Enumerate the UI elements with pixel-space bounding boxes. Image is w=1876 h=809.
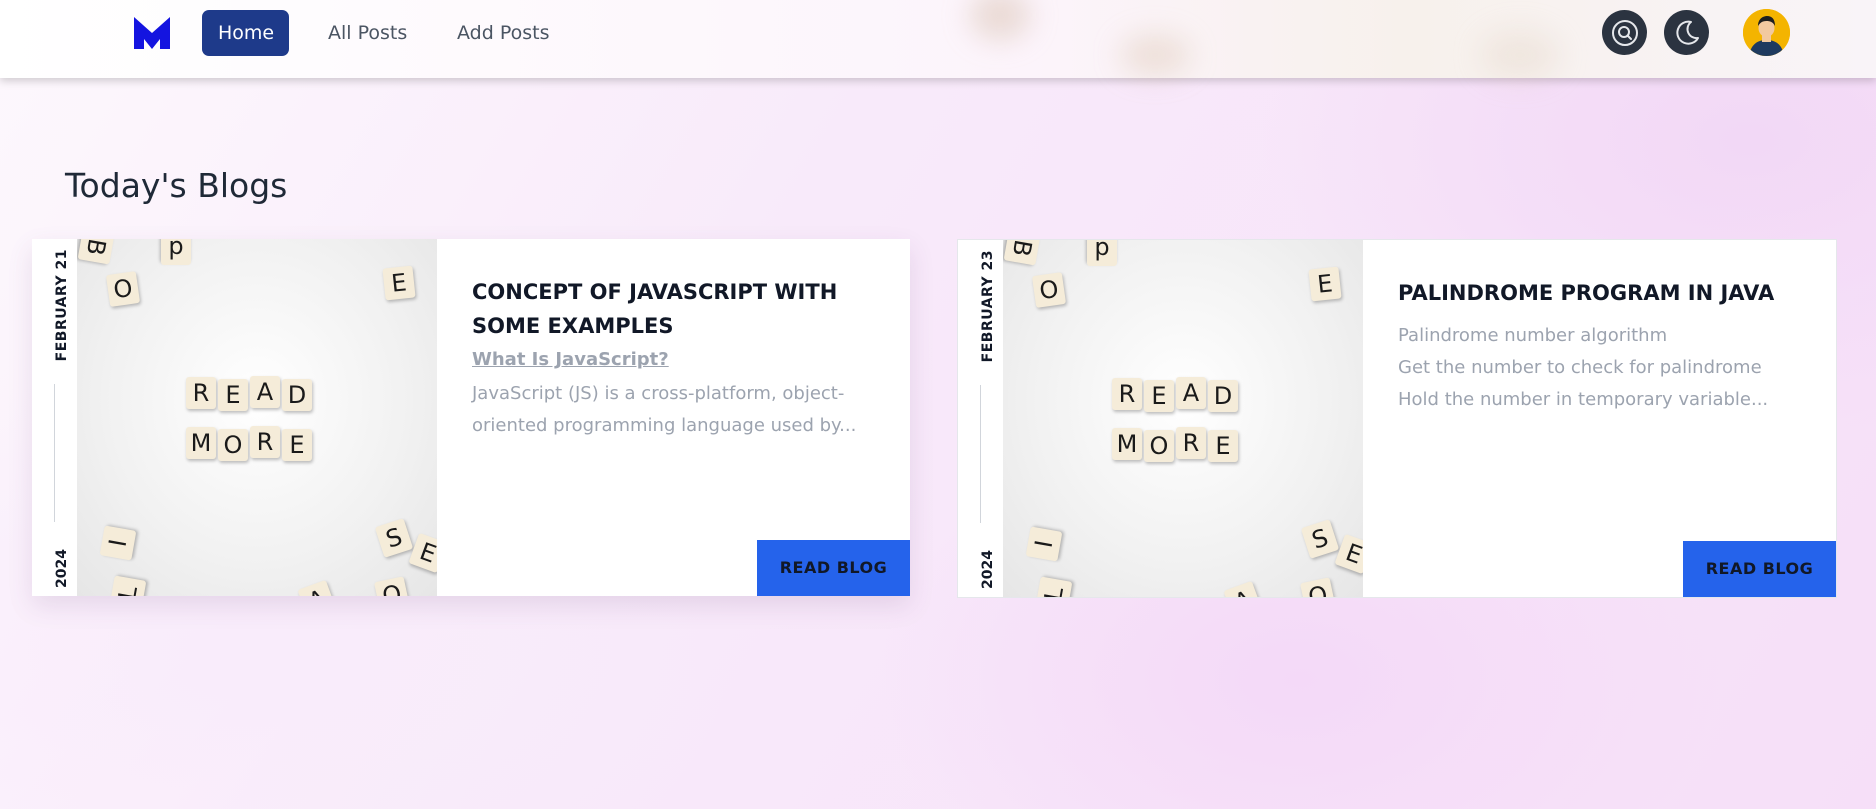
blog-excerpt: Palindrome number algorithm Get the numb… <box>1398 320 1816 416</box>
search-button[interactable] <box>1602 10 1647 55</box>
scrabble-tile: D <box>282 379 312 411</box>
scrabble-tile: A <box>297 579 337 596</box>
scrabble-tile: D <box>1208 380 1238 412</box>
scrabble-tile: M <box>1112 428 1142 460</box>
scrabble-tile: E <box>1334 533 1363 575</box>
scrabble-tile: B <box>77 239 115 265</box>
header-background-blur <box>970 0 1030 40</box>
scrabble-tile: R <box>186 377 216 409</box>
scrabble-tile: O <box>1144 430 1174 462</box>
scrabble-tile: E <box>1308 266 1342 302</box>
scrabble-tile: S <box>374 518 414 558</box>
search-icon <box>1611 19 1638 46</box>
page-title: Today's Blogs <box>65 166 288 205</box>
top-navbar: Home All Posts Add Posts <box>0 0 1876 80</box>
user-avatar[interactable] <box>1743 9 1790 56</box>
scrabble-tile: I <box>1025 526 1063 562</box>
blog-thumbnail[interactable]: B d O E R M I S E L A O EADORE <box>77 239 437 596</box>
blog-card: FEBRUARY 23 2024 B d O E R M I S E L A O… <box>957 239 1837 598</box>
date-divider <box>980 385 981 523</box>
blog-title[interactable]: PALINDROME PROGRAM IN JAVA <box>1398 276 1816 310</box>
scrabble-tile: A <box>1176 377 1206 409</box>
scrabble-tile: L <box>1035 576 1073 597</box>
excerpt-line: Hold the number in temporary variable... <box>1398 389 1769 410</box>
scrabble-tile: M <box>186 427 216 459</box>
scrabble-tile: R <box>1176 427 1206 459</box>
blog-title[interactable]: CONCEPT OF JAVASCRIPT WITH SOME EXAMPLES <box>472 275 890 343</box>
scrabble-tile: A <box>1223 580 1263 597</box>
blog-thumbnail[interactable]: B d O E R M I S E L A O EADORE <box>1003 240 1363 597</box>
excerpt-line: Palindrome number algorithm <box>1398 325 1668 346</box>
logo-m-icon[interactable] <box>134 15 170 51</box>
scrabble-tile: E <box>1208 430 1238 462</box>
read-blog-button[interactable]: READ BLOG <box>757 540 910 596</box>
scrabble-tile: O <box>105 271 141 307</box>
post-year: 2024 <box>54 549 70 588</box>
theme-toggle-button[interactable] <box>1664 10 1709 55</box>
scrabble-tile: R <box>1112 378 1142 410</box>
post-date: FEBRUARY 21 <box>54 249 70 362</box>
scrabble-tile: d <box>161 239 191 265</box>
excerpt-line: Get the number to check for palindrome <box>1398 357 1762 378</box>
scrabble-tile: E <box>1144 380 1174 412</box>
nav-home[interactable]: Home <box>202 10 289 56</box>
blog-card: FEBRUARY 21 2024 B d O E R M I S E L A O… <box>32 239 910 596</box>
scrabble-tile: E <box>382 265 416 301</box>
post-year: 2024 <box>980 550 996 589</box>
header-background-blur <box>1480 30 1560 80</box>
header-background-blur <box>1120 35 1190 75</box>
scrabble-tile: d <box>1087 240 1117 266</box>
post-date: FEBRUARY 23 <box>980 250 996 363</box>
scrabble-tile: E <box>218 379 248 411</box>
scrabble-tile: B <box>1003 240 1041 266</box>
card-content: CONCEPT OF JAVASCRIPT WITH SOME EXAMPLES… <box>472 239 890 442</box>
scrabble-tile: R <box>250 426 280 458</box>
read-blog-button[interactable]: READ BLOG <box>1683 541 1836 597</box>
date-divider <box>54 384 55 522</box>
blog-excerpt: JavaScript (JS) is a cross-platform, obj… <box>472 378 890 442</box>
nav-all-posts[interactable]: All Posts <box>312 10 423 56</box>
nav-add-posts[interactable]: Add Posts <box>441 10 565 56</box>
scrabble-tile: E <box>408 532 437 574</box>
date-column: FEBRUARY 23 2024 <box>958 240 1003 597</box>
excerpt-line: JavaScript (JS) is a cross-platform, obj… <box>472 383 845 404</box>
scrabble-tile: A <box>250 376 280 408</box>
avatar-person-icon <box>1743 9 1790 56</box>
scrabble-tile: S <box>1300 519 1340 559</box>
card-content: PALINDROME PROGRAM IN JAVA Palindrome nu… <box>1398 240 1816 416</box>
scrabble-tile: L <box>109 575 147 596</box>
scrabble-tile: O <box>1031 272 1067 308</box>
scrabble-tile: E <box>282 429 312 461</box>
date-column: FEBRUARY 21 2024 <box>32 239 77 596</box>
scrabble-tile: I <box>99 525 137 561</box>
blog-subtitle-link[interactable]: What Is JavaScript? <box>472 349 890 370</box>
scrabble-tile: O <box>1300 577 1336 597</box>
scrabble-tile: O <box>218 429 248 461</box>
excerpt-line: oriented programming language used by... <box>472 415 857 436</box>
moon-icon <box>1675 20 1699 45</box>
scrabble-tile: O <box>374 576 410 596</box>
